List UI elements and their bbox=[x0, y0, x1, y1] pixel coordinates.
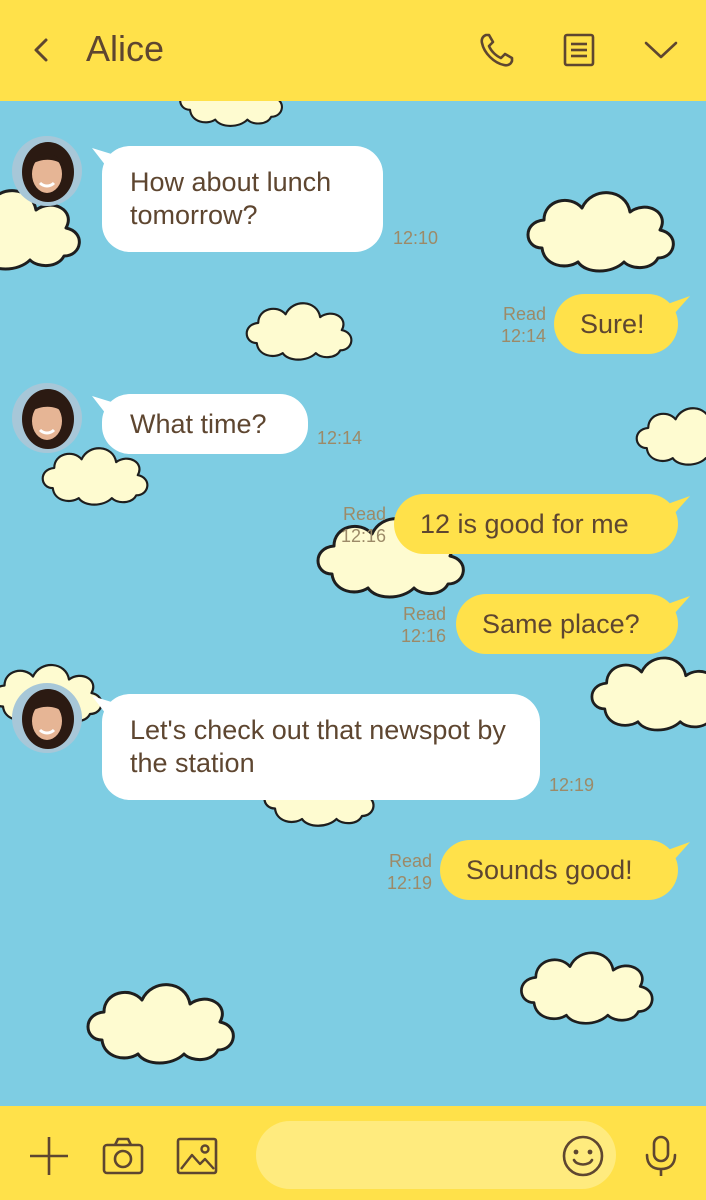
image-icon[interactable] bbox=[174, 1133, 220, 1179]
phone-icon[interactable] bbox=[474, 27, 520, 73]
message-meta: Read 12:16 bbox=[326, 503, 386, 547]
message-text: How about lunch tomorrow? bbox=[130, 167, 332, 230]
read-status: Read bbox=[342, 504, 386, 524]
read-status: Read bbox=[388, 851, 432, 871]
avatar-image bbox=[12, 383, 82, 453]
message-text: Sure! bbox=[580, 308, 645, 339]
message-time: 12:19 bbox=[549, 775, 595, 795]
camera-icon[interactable] bbox=[100, 1133, 146, 1179]
chat-screen: Alice How about lunch tomorrow? 12:10 Su… bbox=[0, 0, 706, 1200]
plus-icon[interactable] bbox=[26, 1133, 72, 1179]
message-text: What time? bbox=[130, 408, 267, 439]
message-text: Sounds good! bbox=[466, 854, 633, 885]
message-bubble[interactable]: Sure! bbox=[554, 294, 678, 354]
avatar[interactable] bbox=[12, 683, 82, 753]
message-time: 12:19 bbox=[386, 873, 432, 893]
avatar-image bbox=[12, 683, 82, 753]
message-meta: Read 12:14 bbox=[486, 303, 546, 347]
message-meta: Read 12:16 bbox=[386, 603, 446, 647]
message-time: 12:14 bbox=[317, 428, 363, 448]
document-icon[interactable] bbox=[556, 27, 602, 73]
chevron-left-icon[interactable] bbox=[22, 28, 62, 72]
message-list: How about lunch tomorrow? 12:10 Sure! Re… bbox=[0, 0, 706, 1200]
chat-title: Alice bbox=[86, 28, 165, 69]
smiley-icon[interactable] bbox=[560, 1133, 606, 1179]
microphone-icon[interactable] bbox=[638, 1133, 684, 1179]
message-text: 12 is good for me bbox=[420, 508, 629, 539]
message-bubble[interactable]: 12 is good for me bbox=[394, 494, 678, 554]
message-time: 12:14 bbox=[500, 326, 546, 346]
composer-bar bbox=[0, 1106, 706, 1200]
chat-header: Alice bbox=[0, 0, 706, 101]
read-status: Read bbox=[502, 304, 546, 324]
message-meta: Read 12:19 bbox=[372, 850, 432, 894]
message-bubble[interactable]: How about lunch tomorrow? bbox=[102, 146, 383, 252]
message-time: 12:16 bbox=[340, 526, 386, 546]
message-time: 12:10 bbox=[393, 228, 439, 248]
chevron-down-icon[interactable] bbox=[638, 27, 684, 73]
message-time: 12:16 bbox=[400, 626, 446, 646]
avatar[interactable] bbox=[12, 136, 82, 206]
message-bubble[interactable]: Let's check out that newspot by the stat… bbox=[102, 694, 540, 800]
message-text: Same place? bbox=[482, 608, 640, 639]
message-bubble[interactable]: Sounds good! bbox=[440, 840, 678, 900]
message-bubble[interactable]: Same place? bbox=[456, 594, 678, 654]
avatar-image bbox=[12, 136, 82, 206]
avatar[interactable] bbox=[12, 383, 82, 453]
message-text: Let's check out that newspot by the stat… bbox=[130, 715, 506, 778]
message-bubble[interactable]: What time? bbox=[102, 394, 308, 454]
read-status: Read bbox=[402, 604, 446, 624]
